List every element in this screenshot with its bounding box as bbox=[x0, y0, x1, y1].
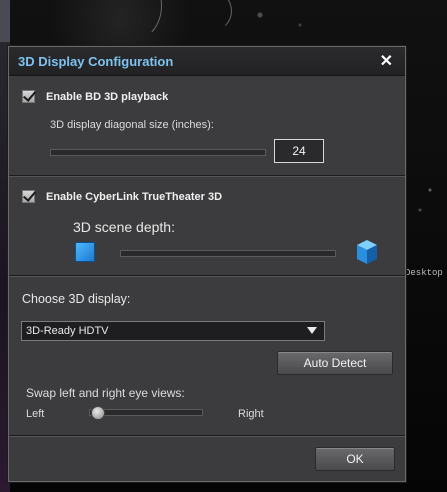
swap-eyes-slider-thumb[interactable] bbox=[91, 406, 105, 420]
enable-bd3d-checkbox[interactable] bbox=[22, 88, 37, 103]
auto-detect-button[interactable]: Auto Detect bbox=[277, 351, 393, 375]
diagonal-size-input[interactable]: 24 bbox=[274, 139, 324, 163]
section-divider bbox=[9, 175, 405, 177]
chevron-down-icon bbox=[307, 327, 317, 334]
section-divider bbox=[9, 435, 405, 437]
display-type-value: 3D-Ready HDTV bbox=[26, 325, 109, 337]
enable-bd3d-label: Enable BD 3D playback bbox=[46, 91, 169, 103]
close-button[interactable]: ✕ bbox=[380, 51, 393, 71]
diagonal-size-slider[interactable] bbox=[50, 149, 266, 156]
dialog-title: 3D Display Configuration bbox=[18, 54, 174, 69]
scene-depth-slider[interactable] bbox=[120, 250, 336, 257]
display-type-dropdown[interactable]: 3D-Ready HDTV bbox=[21, 321, 325, 341]
3d-display-configuration-dialog: 3D Display Configuration ✕ Enable BD 3D … bbox=[8, 46, 406, 482]
dialog-titlebar: 3D Display Configuration ✕ bbox=[9, 47, 405, 76]
scene-depth-label: 3D scene depth: bbox=[73, 219, 175, 235]
checkmark-icon bbox=[22, 188, 37, 202]
swap-eyes-left-label: Left bbox=[26, 408, 45, 420]
diagonal-size-label: 3D display diagonal size (inches): bbox=[50, 119, 214, 131]
swap-eyes-label: Swap left and right eye views: bbox=[26, 386, 185, 400]
checkmark-icon bbox=[22, 88, 37, 102]
swap-eyes-slider[interactable] bbox=[89, 409, 203, 416]
enable-truetheater-checkbox[interactable] bbox=[22, 188, 37, 203]
section-divider bbox=[9, 275, 405, 277]
ok-button[interactable]: OK bbox=[315, 447, 395, 471]
choose-display-label: Choose 3D display: bbox=[22, 292, 131, 306]
deep-depth-icon bbox=[357, 240, 377, 264]
desktop-label: Desktop bbox=[405, 268, 443, 278]
enable-truetheater-label: Enable CyberLink TrueTheater 3D bbox=[46, 191, 223, 203]
swap-eyes-right-label: Right bbox=[238, 408, 264, 420]
flat-depth-icon bbox=[75, 242, 95, 262]
